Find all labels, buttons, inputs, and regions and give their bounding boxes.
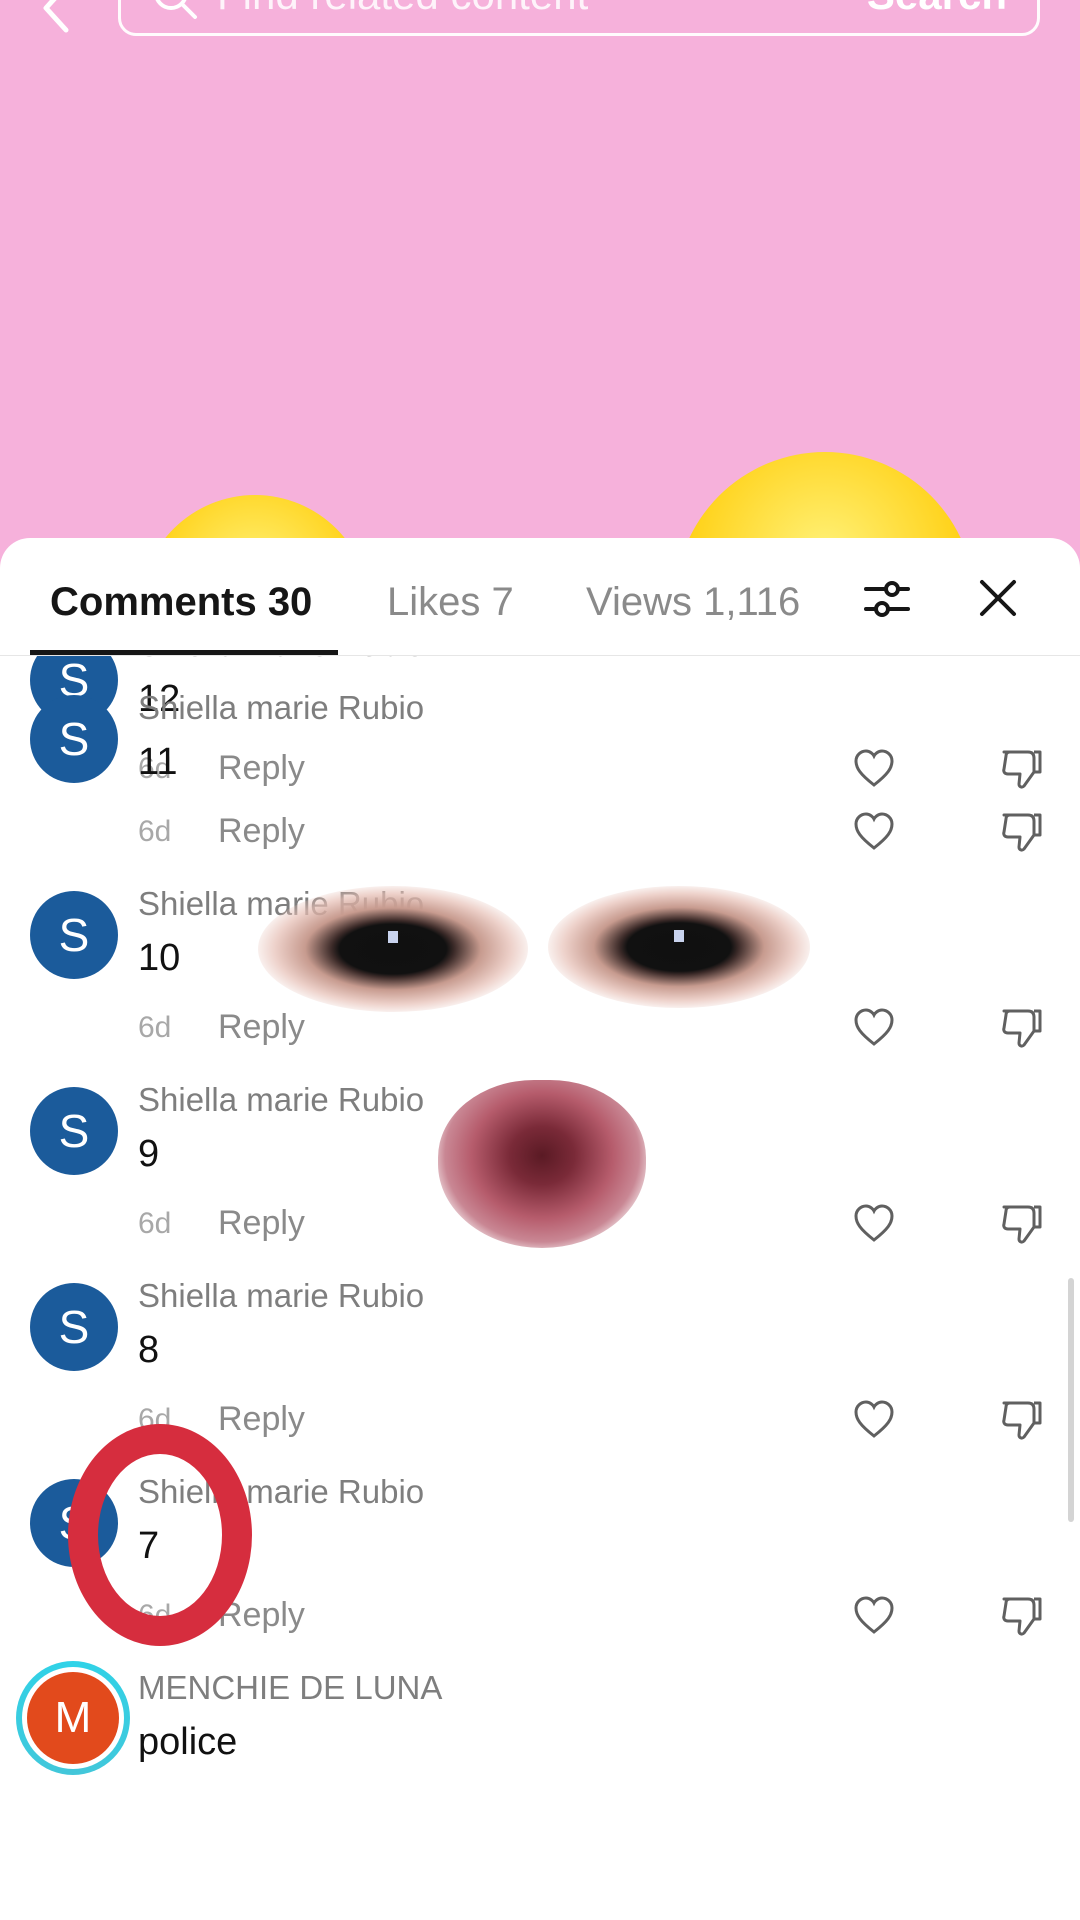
heart-icon[interactable] xyxy=(852,810,896,854)
comment-text: 9 xyxy=(138,1133,160,1175)
search-bar[interactable]: Find related content Search xyxy=(118,0,1040,36)
eye-sticker-right xyxy=(548,886,810,1008)
comment-text: 11 xyxy=(138,741,178,783)
mouth-sticker xyxy=(438,1080,646,1248)
comment-text: 8 xyxy=(138,1329,160,1371)
search-button[interactable]: Search xyxy=(867,0,1007,19)
avatar[interactable]: S xyxy=(30,1283,118,1371)
filter-icon[interactable] xyxy=(862,574,912,624)
tab-views[interactable]: Views 1,116 xyxy=(586,580,800,625)
tab-bar: Comments 30 Likes 7 Views 1,116 xyxy=(0,538,1080,656)
eye-sticker-left xyxy=(258,886,528,1012)
comment-text: police xyxy=(138,1721,238,1763)
search-icon xyxy=(155,0,197,19)
avatar[interactable]: M xyxy=(16,1661,130,1775)
dislike-icon[interactable] xyxy=(998,1397,1044,1443)
dislike-icon[interactable] xyxy=(998,1005,1044,1051)
avatar-initial: M xyxy=(27,1672,119,1764)
active-tab-indicator xyxy=(30,650,338,655)
comment-time: 6d xyxy=(138,1207,172,1240)
reply-button[interactable]: Reply xyxy=(218,1400,305,1439)
comment-username[interactable]: MENCHIE DE LUNA xyxy=(138,1669,442,1707)
dislike-icon[interactable] xyxy=(998,1593,1044,1639)
comment-item: S Shiella marie Rubio 10 6d Reply xyxy=(0,885,1080,1087)
close-icon[interactable] xyxy=(976,576,1020,620)
heart-icon[interactable] xyxy=(852,1006,896,1050)
dislike-icon[interactable] xyxy=(998,1201,1044,1247)
red-circle-annotation xyxy=(68,1424,252,1646)
avatar[interactable]: S xyxy=(30,1087,118,1175)
comment-item: S Shiella marie Rubio 11 6d Reply xyxy=(0,689,1080,891)
avatar[interactable]: S xyxy=(30,891,118,979)
dislike-icon[interactable] xyxy=(998,809,1044,855)
comment-text: 10 xyxy=(138,937,181,979)
comment-time: 6d xyxy=(138,815,172,848)
tab-comments[interactable]: Comments 30 xyxy=(50,580,312,625)
comment-list[interactable]: S Shiella marie Rubio 12 6d Reply S Shie… xyxy=(0,656,1080,1920)
comment-time: 6d xyxy=(138,1011,172,1044)
back-arrow-icon[interactable] xyxy=(28,0,88,38)
heart-icon[interactable] xyxy=(852,1202,896,1246)
heart-icon[interactable] xyxy=(852,1594,896,1638)
comment-username[interactable]: Shiella marie Rubio xyxy=(138,656,424,664)
comment-username[interactable]: Shiella marie Rubio xyxy=(138,1277,424,1315)
video-background: Find related content Search xyxy=(0,0,1080,560)
tab-likes[interactable]: Likes 7 xyxy=(387,580,514,625)
comment-username[interactable]: Shiella marie Rubio xyxy=(138,1081,424,1119)
reply-button[interactable]: Reply xyxy=(218,812,305,851)
comment-username[interactable]: Shiella marie Rubio xyxy=(138,689,424,727)
heart-icon[interactable] xyxy=(852,1398,896,1442)
search-placeholder: Find related content xyxy=(217,0,588,19)
scrollbar[interactable] xyxy=(1068,1278,1074,1522)
avatar[interactable]: S xyxy=(30,695,118,783)
comment-item: M MENCHIE DE LUNA police xyxy=(0,1661,1080,1871)
reply-button[interactable]: Reply xyxy=(218,1008,305,1047)
reply-button[interactable]: Reply xyxy=(218,1204,305,1243)
